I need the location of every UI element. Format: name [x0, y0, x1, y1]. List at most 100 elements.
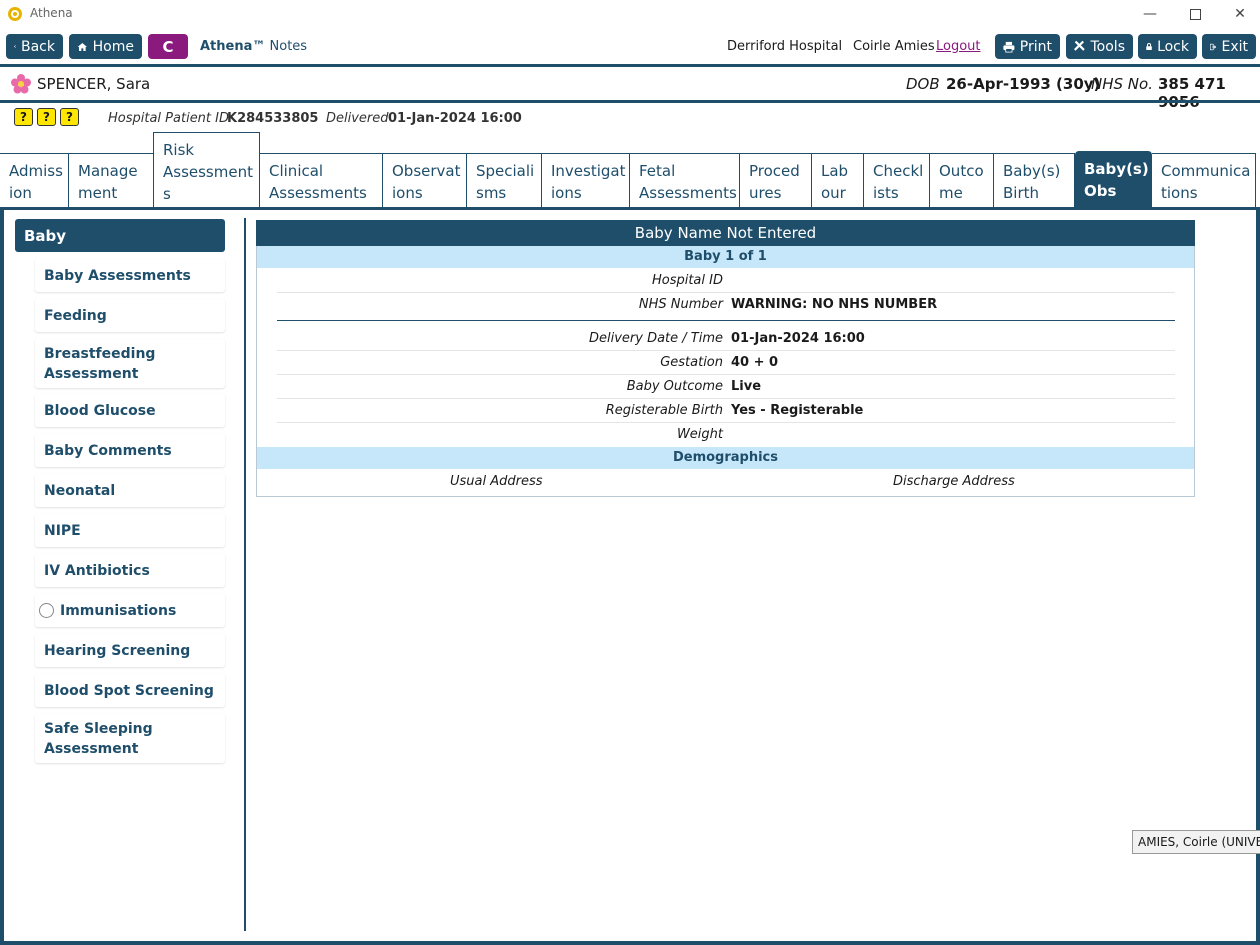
nav-item-label: Baby Assessments: [44, 267, 191, 284]
patient-name: SPENCER, Sara: [37, 75, 151, 93]
tab-management[interactable]: Manage ment: [69, 153, 154, 208]
demographics-band: Demographics: [257, 447, 1194, 469]
baby-count-band: Baby 1 of 1: [257, 246, 1194, 268]
tools-label: Tools: [1090, 38, 1126, 55]
window-titlebar: Athena — ✕: [0, 0, 1260, 28]
nav-item-blood-spot-screening[interactable]: Blood Spot Screening: [35, 674, 225, 707]
hospital-id-value: K284533805: [227, 111, 319, 126]
hospital-name: Derriford Hospital: [727, 39, 843, 54]
alert-question-icon[interactable]: ?: [60, 108, 79, 126]
exit-icon: [1210, 43, 1217, 50]
nav-item-label: Neonatal: [44, 482, 116, 499]
nav-item-feeding[interactable]: Feeding: [35, 299, 225, 332]
tab-risk-assessments[interactable]: Risk Assessment s: [153, 132, 260, 208]
flower-icon: [11, 74, 31, 94]
close-window-button[interactable]: ✕: [1220, 2, 1260, 26]
nav-item-label: Breastfeeding Assessment: [44, 345, 156, 382]
exit-button[interactable]: Exit: [1202, 34, 1256, 59]
nav-item-blood-glucose[interactable]: Blood Glucose: [35, 394, 225, 427]
user-name: Coirle Amies: [853, 39, 935, 54]
dob-label: DOB: [906, 75, 940, 93]
baby-outcome-label: Baby Outcome: [626, 379, 723, 394]
row-divider: [277, 374, 1175, 375]
user-tooltip: AMIES, Coirle (UNIVERS: [1132, 830, 1260, 854]
lock-button[interactable]: Lock: [1138, 34, 1197, 59]
tab-observations[interactable]: Observat ions: [383, 153, 467, 208]
row-divider: [277, 350, 1175, 351]
nav-item-nipe[interactable]: NIPE: [35, 514, 225, 547]
gestation-label: Gestation: [660, 355, 723, 370]
print-label: Print: [1019, 38, 1052, 55]
row-divider: [277, 422, 1175, 423]
home-button[interactable]: Home: [69, 34, 142, 59]
nav-item-baby-assessments[interactable]: Baby Assessments: [35, 259, 225, 292]
lock-label: Lock: [1157, 38, 1189, 55]
usual-address-label: Usual Address: [450, 474, 543, 489]
nav-item-label: Hearing Screening: [44, 642, 191, 659]
nav-section-baby[interactable]: Baby: [15, 219, 225, 252]
delivered-label: Delivered: [326, 111, 389, 126]
nav-item-label: Feeding: [44, 307, 107, 324]
maximize-button[interactable]: [1175, 2, 1215, 26]
nav-item-label: IV Antibiotics: [44, 562, 150, 579]
delivered-value: 01-Jan-2024 16:00: [388, 111, 522, 126]
main-toolbar: Back Home C Athena™ Notes Derriford Hosp…: [0, 28, 1260, 64]
nav-item-baby-comments[interactable]: Baby Comments: [35, 434, 225, 467]
context-button[interactable]: C: [148, 34, 188, 59]
tab-checklists[interactable]: Checkl ists: [864, 153, 930, 208]
hospital-id-field-label: Hospital ID: [651, 273, 723, 288]
nav-item-hearing-screening[interactable]: Hearing Screening: [35, 634, 225, 667]
alert-question-icon[interactable]: ?: [14, 108, 33, 126]
window-title: Athena: [30, 6, 73, 20]
nav-item-label: Blood Glucose: [44, 402, 156, 419]
tab-outcome[interactable]: Outco me: [930, 153, 994, 208]
nav-item-label: Blood Spot Screening: [44, 682, 214, 699]
alert-question-icon[interactable]: ?: [37, 108, 56, 126]
print-button[interactable]: Print: [995, 34, 1060, 59]
row-divider: [277, 292, 1175, 293]
app-name: Athena™ Notes: [200, 39, 307, 54]
back-label: Back: [21, 38, 55, 55]
app-name-bold: Athena™: [200, 39, 266, 54]
tabs-baseline: [0, 207, 1260, 210]
nav-item-neonatal[interactable]: Neonatal: [35, 474, 225, 507]
back-button[interactable]: Back: [6, 34, 63, 59]
minimize-button[interactable]: —: [1130, 2, 1170, 26]
nhs-number-field-value: WARNING: NO NHS NUMBER: [731, 297, 938, 312]
tab-procedures[interactable]: Proced ures: [740, 153, 812, 208]
logout-link[interactable]: Logout: [936, 39, 981, 54]
tab-babys-obs[interactable]: Baby(s) Obs: [1075, 151, 1152, 208]
printer-icon: [1003, 41, 1015, 52]
registerable-birth-value: Yes - Registerable: [731, 403, 864, 418]
row-divider: [277, 398, 1175, 399]
tab-labour[interactable]: Lab our: [812, 153, 864, 208]
nav-item-breastfeeding-assessment[interactable]: Breastfeeding Assessment: [35, 339, 225, 388]
tab-investigations[interactable]: Investigat ions: [542, 153, 630, 208]
status-circle-icon: [39, 603, 54, 618]
tools-button[interactable]: Tools: [1066, 34, 1133, 59]
tab-clinical-assessments[interactable]: Clinical Assessments: [260, 153, 383, 208]
tab-communications[interactable]: Communica tions: [1152, 153, 1256, 208]
home-icon: [77, 42, 87, 51]
nav-item-safe-sleeping-assessment[interactable]: Safe Sleeping Assessment: [35, 714, 225, 763]
nhs-label: NHS No.: [1091, 75, 1153, 93]
nav-item-label: Immunisations: [60, 602, 177, 619]
nav-item-immunisations[interactable]: Immunisations: [35, 594, 225, 627]
chevron-left-icon: [14, 45, 16, 48]
nav-item-iv-antibiotics[interactable]: IV Antibiotics: [35, 554, 225, 587]
patient-rule: [0, 100, 1260, 103]
nhs-value: 385 471 9056: [1158, 75, 1226, 111]
maximize-icon: [1189, 8, 1201, 20]
registerable-birth-label: Registerable Birth: [605, 403, 723, 418]
exit-label: Exit: [1221, 38, 1248, 55]
tab-specialisms[interactable]: Speciali sms: [467, 153, 542, 208]
tab-admission[interactable]: Admiss ion: [0, 153, 69, 208]
alert-icons: ? ? ?: [14, 108, 79, 126]
discharge-address-label: Discharge Address: [893, 474, 1015, 489]
patient-banner: SPENCER, Sara DOB 26-Apr-1993 (30y) NHS …: [0, 67, 1260, 111]
nav-item-label: Safe Sleeping Assessment: [44, 720, 153, 757]
tab-babys-birth[interactable]: Baby(s) Birth: [994, 153, 1075, 208]
tab-fetal-assessments[interactable]: Fetal Assessments: [630, 153, 740, 208]
lock-icon: [1146, 43, 1152, 51]
nav-item-label: NIPE: [44, 522, 81, 539]
